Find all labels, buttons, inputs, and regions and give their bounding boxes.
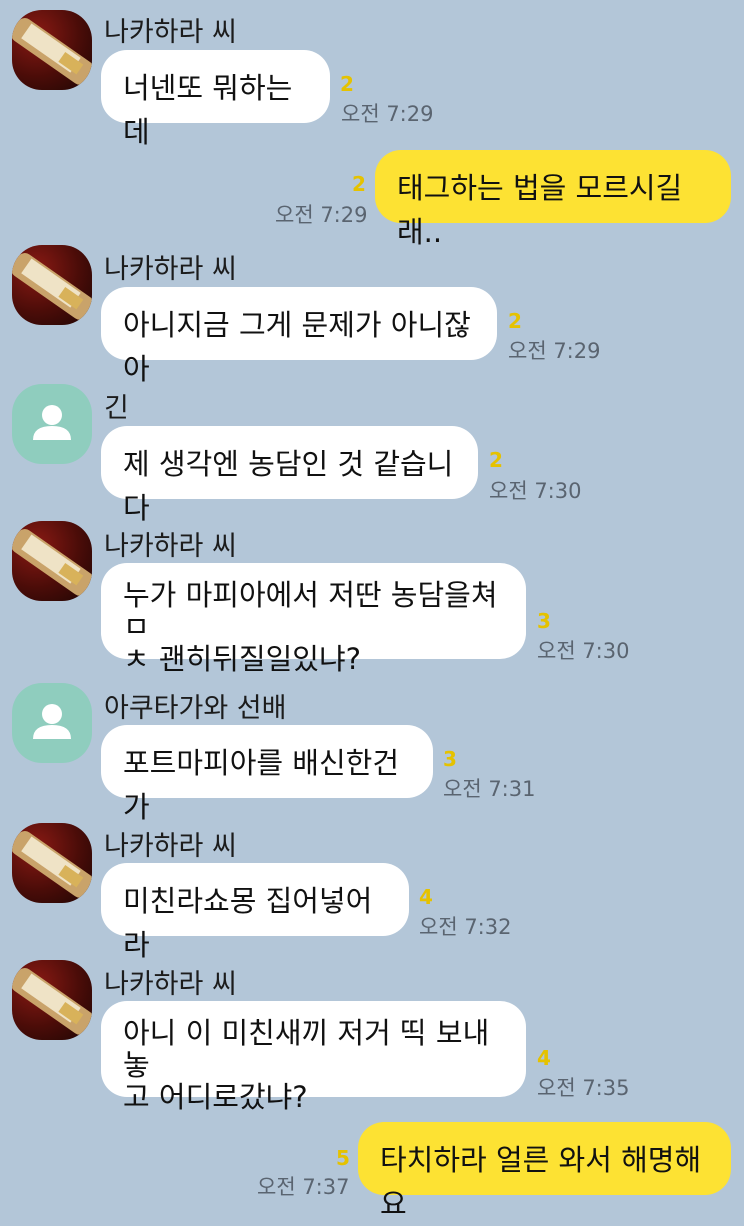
sender-name: 아쿠타가와 선배: [104, 693, 287, 724]
message-bubble[interactable]: 누가 마피아에서 저딴 농담을쳐ㅁ ㅊ 괜히뒤질일있냐?: [101, 563, 526, 675]
unread-count: 2: [508, 309, 522, 333]
message-bubble[interactable]: 미친라쇼몽 집어넣어라: [101, 863, 409, 962]
bottle-icon[interactable]: [12, 10, 92, 90]
message-time: 오전 7:29: [508, 339, 601, 363]
bottle-icon[interactable]: [12, 521, 92, 601]
bottle-icon[interactable]: [12, 823, 92, 903]
unread-count: 5: [336, 1146, 350, 1170]
default-profile-icon[interactable]: [12, 683, 92, 763]
unread-count: 3: [537, 609, 551, 633]
message-time: 오전 7:29: [275, 203, 368, 227]
message-time: 오전 7:29: [341, 102, 434, 126]
message-time: 오전 7:32: [419, 915, 512, 939]
unread-count: 3: [443, 747, 457, 771]
message-time: 오전 7:30: [537, 639, 630, 663]
message-bubble[interactable]: 너넨또 뭐하는데: [101, 50, 330, 149]
sender-name: 나카하라 씨: [104, 254, 237, 285]
unread-count: 2: [340, 72, 354, 96]
message-time: 오전 7:37: [257, 1175, 350, 1199]
unread-count: 4: [537, 1046, 551, 1070]
message-bubble[interactable]: 태그하는 법을 모르시길래..: [375, 150, 731, 249]
message-time: 오전 7:30: [489, 479, 582, 503]
unread-count: 2: [489, 448, 503, 472]
message-bubble[interactable]: 타치하라 얼른 와서 해명해요: [358, 1122, 731, 1221]
message-time: 오전 7:31: [443, 777, 536, 801]
sender-name: 나카하라 씨: [104, 969, 237, 1000]
unread-count: 2: [352, 172, 366, 196]
message-time: 오전 7:35: [537, 1076, 630, 1100]
default-profile-icon[interactable]: [12, 384, 92, 464]
sender-name: 나카하라 씨: [104, 831, 237, 862]
bottle-icon[interactable]: [12, 245, 92, 325]
sender-name: 긴: [104, 393, 129, 424]
unread-count: 4: [419, 885, 433, 909]
message-bubble[interactable]: 제 생각엔 농담인 것 같습니다: [101, 426, 478, 525]
bottle-icon[interactable]: [12, 960, 92, 1040]
message-bubble[interactable]: 포트마피아를 배신한건가: [101, 725, 433, 824]
sender-name: 나카하라 씨: [104, 17, 237, 48]
sender-name: 나카하라 씨: [104, 531, 237, 562]
message-bubble[interactable]: 아니 이 미친새끼 저거 띡 보내놓 고 어디로갔냐?: [101, 1001, 526, 1113]
message-bubble[interactable]: 아니지금 그게 문제가 아니잖아: [101, 287, 497, 386]
